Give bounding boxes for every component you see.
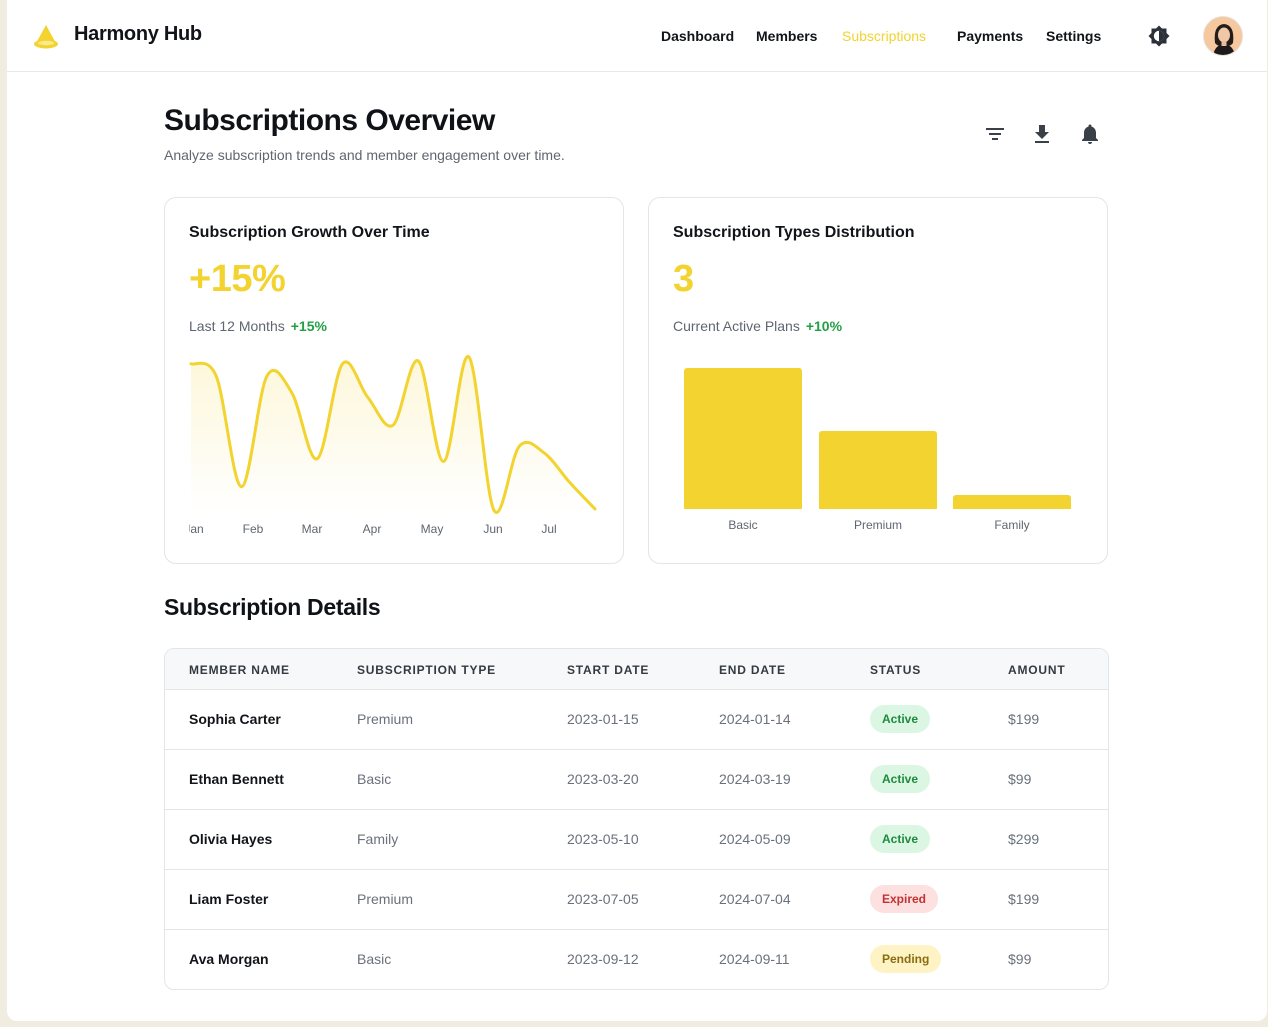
col-amount[interactable]: AMOUNT (1008, 663, 1065, 677)
download-icon[interactable] (1030, 122, 1054, 146)
table-row[interactable]: Ava Morgan Basic 2023-09-12 2024-09-11 P… (165, 930, 1108, 989)
status-badge: Active (870, 825, 931, 853)
bar-label: Basic (728, 518, 758, 532)
types-card: Subscription Types Distribution 3 Curren… (648, 197, 1108, 564)
bar-label: Premium (853, 518, 902, 532)
status-badge: Active (870, 765, 931, 793)
types-meta: Current Active Plans +10% (673, 318, 842, 334)
app-window: Harmony Hub Dashboard Members Subscripti… (7, 0, 1267, 1021)
growth-card-title: Subscription Growth Over Time (189, 224, 430, 241)
growth-area-fill (191, 356, 595, 516)
types-bar-chart: Basic Premium Family (649, 348, 1109, 548)
avatar-portrait-icon (1204, 17, 1242, 55)
growth-meta: Last 12 Months +15% (189, 318, 327, 334)
nav-dashboard[interactable]: Dashboard (661, 27, 734, 45)
filter-icon[interactable] (983, 122, 1007, 146)
cell-member-name: Ethan Bennett (189, 771, 284, 787)
growth-line-chart: Jan Feb Mar Apr May Jun Jul (189, 355, 597, 536)
cell-end-date: 2024-01-14 (719, 711, 791, 727)
cell-end-date: 2024-09-11 (719, 951, 790, 967)
cell-start-date: 2023-01-15 (567, 711, 639, 727)
cell-start-date: 2023-07-05 (567, 891, 639, 907)
x-tick-label: Jun (483, 522, 502, 536)
col-start-date[interactable]: START DATE (567, 663, 649, 677)
theme-toggle-icon[interactable] (1147, 24, 1171, 48)
cell-amount: $99 (1008, 951, 1032, 967)
x-tick-label: Jul (541, 522, 556, 536)
cell-subscription-type: Family (357, 831, 399, 847)
cell-amount: $199 (1008, 891, 1040, 907)
types-card-title: Subscription Types Distribution (673, 224, 915, 241)
growth-meta-label: Last 12 Months (189, 318, 285, 334)
cell-subscription-type: Premium (357, 891, 414, 907)
x-tick-label: Apr (363, 522, 382, 536)
growth-big-value: +15% (189, 258, 286, 300)
cell-end-date: 2024-07-04 (719, 891, 791, 907)
table-row[interactable]: Ethan Bennett Basic 2023-03-20 2024-03-1… (165, 750, 1108, 810)
growth-card: Subscription Growth Over Time +15% Last … (164, 197, 624, 564)
x-tick-label: Feb (243, 522, 264, 536)
bar-basic (684, 368, 802, 509)
x-tick-label: Jan (189, 522, 204, 536)
col-member-name[interactable]: MEMBER NAME (189, 663, 290, 677)
col-subscription-type[interactable]: SUBSCRIPTION TYPE (357, 663, 496, 677)
table-row[interactable]: Sophia Carter Premium 2023-01-15 2024-01… (165, 690, 1108, 750)
status-badge: Pending (870, 945, 942, 973)
col-end-date[interactable]: END DATE (719, 663, 786, 677)
cell-member-name: Liam Foster (189, 891, 269, 907)
col-status[interactable]: STATUS (870, 663, 921, 677)
cell-start-date: 2023-05-10 (567, 831, 639, 847)
nav-settings[interactable]: Settings (1046, 27, 1101, 45)
subscription-table: MEMBER NAME SUBSCRIPTION TYPE START DATE… (164, 648, 1109, 990)
bar-label: Family (994, 518, 1030, 532)
types-meta-label: Current Active Plans (673, 318, 800, 334)
table-section-title: Subscription Details (164, 594, 381, 620)
cell-subscription-type: Premium (357, 711, 414, 727)
bar-family (953, 494, 1071, 509)
cell-end-date: 2024-05-09 (719, 831, 791, 847)
cell-member-name: Ava Morgan (189, 951, 269, 967)
table-row[interactable]: Liam Foster Premium 2023-07-05 2024-07-0… (165, 870, 1108, 930)
status-badge: Expired (870, 885, 939, 913)
cell-member-name: Olivia Hayes (189, 831, 273, 847)
cell-subscription-type: Basic (357, 951, 392, 967)
main-nav: Dashboard Members Subscriptions Payments… (7, 27, 1267, 47)
types-meta-delta: +10% (805, 318, 843, 334)
x-tick-label: May (421, 522, 444, 536)
cell-start-date: 2023-09-12 (567, 951, 639, 967)
page-subtitle: Analyze subscription trends and member e… (164, 147, 565, 163)
growth-meta-delta: +15% (290, 318, 327, 334)
bell-icon[interactable] (1078, 122, 1102, 146)
page-title: Subscriptions Overview (164, 104, 495, 137)
nav-members[interactable]: Members (756, 27, 817, 45)
x-tick-label: Mar (302, 522, 323, 536)
top-header: Harmony Hub Dashboard Members Subscripti… (7, 0, 1267, 72)
types-big-value: 3 (673, 258, 694, 300)
cell-member-name: Sophia Carter (189, 711, 281, 727)
status-badge: Active (870, 705, 931, 733)
bar-premium (819, 431, 937, 509)
table-header: MEMBER NAME SUBSCRIPTION TYPE START DATE… (165, 649, 1108, 690)
cell-subscription-type: Basic (357, 771, 392, 787)
table-row[interactable]: Olivia Hayes Family 2023-05-10 2024-05-0… (165, 810, 1108, 870)
user-avatar[interactable] (1203, 16, 1243, 56)
nav-payments[interactable]: Payments (957, 27, 1023, 45)
cell-amount: $299 (1008, 831, 1040, 847)
nav-subscriptions[interactable]: Subscriptions (842, 27, 926, 45)
cell-start-date: 2023-03-20 (567, 771, 639, 787)
cell-amount: $99 (1008, 771, 1032, 787)
cell-end-date: 2024-03-19 (719, 771, 791, 787)
cell-amount: $199 (1008, 711, 1040, 727)
